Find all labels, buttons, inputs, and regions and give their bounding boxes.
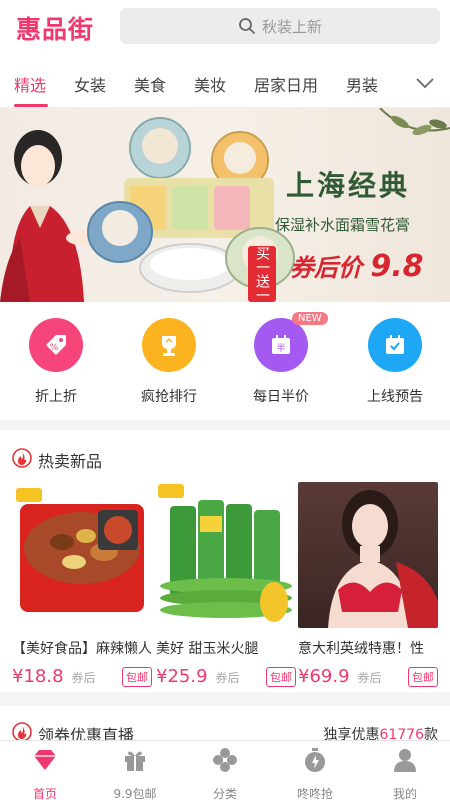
product-price: ¥69.9 [298, 666, 350, 687]
price-note: 券后 [71, 671, 96, 685]
search-placeholder: 秋装上新 [261, 17, 322, 36]
quick-link-label: 折上折 [35, 389, 77, 405]
user-icon [394, 749, 416, 772]
free-shipping-badge: 包邮 [122, 667, 152, 687]
product-card[interactable]: 意大利英绒特惠！性 ¥69.9 券后 包邮 [298, 482, 438, 687]
quick-link-ranking[interactable]: 疯抢排行 [124, 318, 214, 406]
category-icon [213, 748, 237, 772]
search-icon [239, 18, 255, 34]
nav-mine[interactable]: 我的 [360, 741, 450, 800]
product-card[interactable]: 【美好食品】麻辣懒人 ¥18.8 券后 包邮 [12, 482, 152, 687]
stopwatch-icon [305, 748, 325, 772]
product-name: 美好 甜玉米火腿 [156, 641, 259, 657]
price-note: 券后 [357, 671, 382, 685]
gift-icon [125, 751, 145, 771]
quick-link-label: 疯抢排行 [141, 389, 197, 405]
fire-icon [12, 448, 32, 468]
product-name: 【美好食品】麻辣懒人 [12, 641, 152, 657]
product-image [298, 482, 438, 628]
quick-link-half-price[interactable]: NEW 半 每日半价 [236, 312, 328, 406]
tab-food[interactable]: 美食 [134, 72, 166, 96]
app-logo[interactable]: 惠品街 [16, 10, 94, 46]
nav-flash-sale[interactable]: 咚咚抢 [270, 741, 360, 800]
product-image [156, 482, 296, 628]
free-shipping-badge: 包邮 [408, 667, 438, 687]
svg-text:%: % [50, 343, 59, 353]
product-price: ¥25.9 [156, 666, 208, 687]
tab-womens[interactable]: 女装 [74, 72, 106, 96]
product-price-line: ¥18.8 券后 包邮 [12, 666, 152, 687]
product-card[interactable]: 美好 甜玉米火腿 ¥25.9 券后 包邮 [156, 482, 296, 687]
svg-text:半: 半 [276, 342, 285, 354]
nav-label: 首页 [32, 787, 57, 800]
home-diamond-icon [34, 750, 56, 770]
tab-mens[interactable]: 男装 [346, 72, 378, 96]
nav-label: 我的 [392, 787, 417, 800]
nav-label: 咚咚抢 [296, 787, 333, 800]
tab-home-goods[interactable]: 居家日用 [254, 72, 318, 96]
banner-title: 上海经典 [286, 169, 411, 202]
active-tab-indicator [14, 104, 48, 107]
buy-one-get-one-stamp: 买一送一 [248, 246, 276, 302]
product-image [12, 482, 152, 628]
product-price-line: ¥25.9 券后 包邮 [156, 666, 296, 687]
quick-link-discount[interactable]: % 折上折 [11, 318, 101, 406]
nav-label: 分类 [212, 787, 237, 800]
bottom-nav: 首页 9.9包邮 分类 咚咚抢 我的 [0, 740, 450, 800]
category-tabs: 精选 女装 美食 美妆 居家日用 男装 [0, 56, 450, 108]
header-bar: 惠品街 秋装上新 [0, 0, 450, 56]
banner-price: 券后价 9.8 [290, 248, 424, 284]
hot-new-section: 热卖新品 【美好食品】麻辣懒人 ¥18.8 券后 包邮 美好 甜玉米火腿 ¥25… [0, 430, 450, 692]
trophy-icon [142, 318, 196, 372]
leaf-decoration [379, 108, 450, 136]
tab-beauty[interactable]: 美妆 [194, 72, 226, 96]
section-title: 热卖新品 [38, 452, 103, 471]
quick-link-preview[interactable]: 上线预告 [350, 318, 440, 406]
nav-home[interactable]: 首页 [0, 741, 90, 800]
product-name: 意大利英绒特惠！性 [298, 641, 424, 657]
product-price: ¥18.8 [12, 666, 64, 687]
quick-link-label: 每日半价 [253, 389, 309, 405]
search-input[interactable]: 秋装上新 [120, 8, 440, 44]
tab-featured[interactable]: 精选 [14, 72, 46, 96]
nav-label: 9.9包邮 [113, 787, 157, 800]
calendar-check-icon [368, 318, 422, 372]
percent-tag-icon: % [29, 318, 83, 372]
quick-link-label: 上线预告 [367, 389, 423, 405]
free-shipping-badge: 包邮 [266, 667, 296, 687]
banner-price-value: 9.8 [370, 249, 424, 284]
half-price-calendar-icon: 半 [254, 318, 308, 372]
quick-links: % 折上折 疯抢排行 NEW 半 每日半价 上线预告 [0, 302, 450, 420]
new-badge: NEW [292, 312, 328, 325]
chevron-down-icon[interactable] [414, 72, 436, 94]
product-price-line: ¥69.9 券后 包邮 [298, 666, 438, 687]
banner-subtitle: 保湿补水面霜雪花膏 [275, 216, 411, 234]
fire-icon [12, 722, 32, 742]
promo-banner[interactable]: 买一送一 上海经典 保湿补水面霜雪花膏 券后价 9.8 [0, 108, 450, 302]
nav-category[interactable]: 分类 [180, 741, 270, 800]
nav-9-9-free-shipping[interactable]: 9.9包邮 [90, 741, 180, 800]
banner-price-prefix: 券后价 [290, 254, 362, 282]
price-note: 券后 [215, 671, 240, 685]
